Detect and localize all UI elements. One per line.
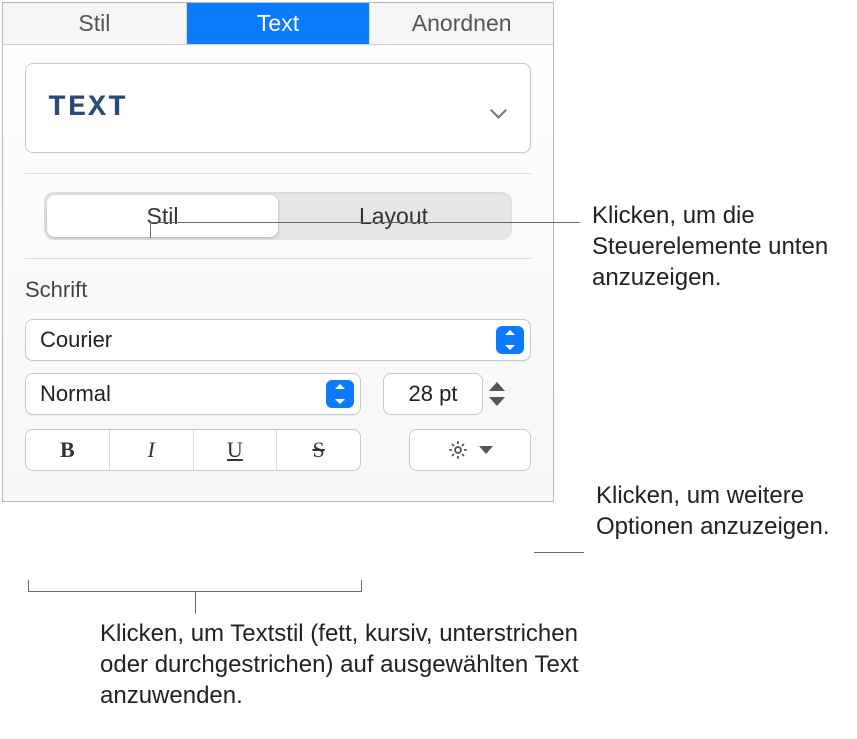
bold-button[interactable]: B [26,430,110,470]
font-family-popup[interactable]: Courier [25,319,531,361]
paragraph-style-label: TEXT [48,91,128,125]
text-inspector-panel: Stil Text Anordnen TEXT Stil Layout Schr… [2,2,554,502]
gear-icon [447,439,469,461]
tab-text[interactable]: Text [187,3,371,44]
underline-button[interactable]: U [194,430,278,470]
popup-arrows-icon [326,380,354,408]
chevron-down-icon [479,446,493,454]
font-weight-popup[interactable]: Normal [25,373,361,415]
font-weight-size-row: Normal 28 pt [25,373,531,415]
callout-line [195,592,196,614]
stepper-down[interactable] [489,397,505,406]
strikethrough-button[interactable]: S [277,430,360,470]
font-family-value: Courier [40,327,112,353]
tab-stil[interactable]: Stil [3,3,187,44]
font-size-field[interactable]: 28 pt [383,373,483,415]
stepper-up[interactable] [489,382,505,391]
top-tab-bar: Stil Text Anordnen [3,3,553,45]
tab-anordnen[interactable]: Anordnen [370,3,553,44]
paragraph-style-popup[interactable]: TEXT [25,63,531,153]
stil-layout-segmented: Stil Layout [44,192,512,240]
callout-text: Klicken, um weitere Optionen anzuzeigen. [596,480,846,542]
text-style-buttons: B I U S [25,429,361,471]
font-size-group: 28 pt [383,373,509,415]
schrift-label: Schrift [25,277,531,303]
seg-layout[interactable]: Layout [278,195,509,237]
advanced-options-button[interactable] [409,429,531,471]
callout-bracket [28,580,362,592]
font-size-stepper [487,373,509,415]
chevron-down-icon [488,102,508,114]
panel-body: TEXT Stil Layout Schrift Courier Normal … [3,45,553,501]
callout-line [150,222,151,238]
seg-stil[interactable]: Stil [47,195,278,237]
font-weight-value: Normal [40,381,111,407]
callout-line [534,552,584,553]
popup-arrows-icon [496,326,524,354]
italic-button[interactable]: I [110,430,194,470]
callout-line [150,222,580,223]
divider [25,258,531,259]
callout-text: Klicken, um Textstil (fett, kursiv, unte… [100,618,580,712]
text-style-row: B I U S [25,429,531,471]
callout-text: Klicken, um die Steuerelemente unten anz… [592,200,847,294]
divider [25,173,531,174]
